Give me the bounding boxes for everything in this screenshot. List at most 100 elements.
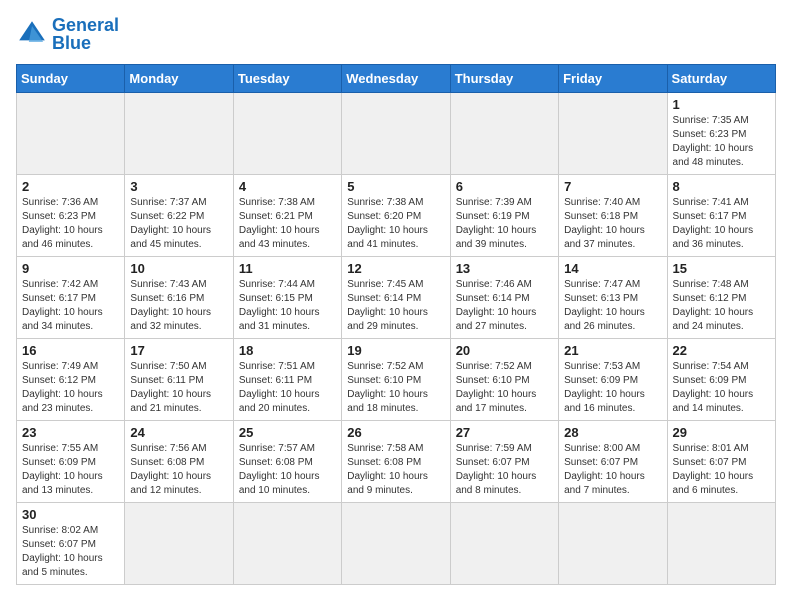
- day-number: 20: [456, 343, 553, 358]
- week-row-4: 23 Sunrise: 7:55 AM Sunset: 6:09 PM Dayli…: [17, 421, 776, 503]
- day-number: 5: [347, 179, 444, 194]
- day-cell: 4 Sunrise: 7:38 AM Sunset: 6:21 PM Daylig…: [233, 175, 341, 257]
- weekday-header-thursday: Thursday: [450, 65, 558, 93]
- day-info: Sunrise: 7:57 AM Sunset: 6:08 PM Dayligh…: [239, 442, 336, 498]
- day-info: Sunrise: 7:38 AM Sunset: 6:21 PM Dayligh…: [239, 196, 336, 252]
- day-number: 18: [239, 343, 336, 358]
- weekday-header-friday: Friday: [559, 65, 667, 93]
- day-cell: [17, 93, 125, 175]
- day-cell: 13 Sunrise: 7:46 AM Sunset: 6:14 PM Dayli…: [450, 257, 558, 339]
- day-number: 13: [456, 261, 553, 276]
- day-info: Sunrise: 7:52 AM Sunset: 6:10 PM Dayligh…: [456, 360, 553, 416]
- day-number: 4: [239, 179, 336, 194]
- day-cell: 12 Sunrise: 7:45 AM Sunset: 6:14 PM Dayli…: [342, 257, 450, 339]
- day-number: 9: [22, 261, 119, 276]
- day-number: 11: [239, 261, 336, 276]
- logo-text: GeneralBlue: [52, 16, 119, 52]
- page-header: GeneralBlue: [16, 16, 776, 52]
- week-row-1: 2Sunrise: 7:36 AM Sunset: 6:23 PM Daylig…: [17, 175, 776, 257]
- day-number: 17: [130, 343, 227, 358]
- day-number: 28: [564, 425, 661, 440]
- day-number: 10: [130, 261, 227, 276]
- week-row-2: 9 Sunrise: 7:42 AM Sunset: 6:17 PM Daylig…: [17, 257, 776, 339]
- day-number: 22: [673, 343, 770, 358]
- day-info: Sunrise: 7:56 AM Sunset: 6:08 PM Dayligh…: [130, 442, 227, 498]
- day-cell: 25 Sunrise: 7:57 AM Sunset: 6:08 PM Dayli…: [233, 421, 341, 503]
- day-info: Sunrise: 8:01 AM Sunset: 6:07 PM Dayligh…: [673, 442, 770, 498]
- day-cell: 7Sunrise: 7:40 AM Sunset: 6:18 PM Daylig…: [559, 175, 667, 257]
- day-cell: 18 Sunrise: 7:51 AM Sunset: 6:11 PM Dayli…: [233, 339, 341, 421]
- day-info: Sunrise: 7:49 AM Sunset: 6:12 PM Dayligh…: [22, 360, 119, 416]
- day-number: 3: [130, 179, 227, 194]
- day-cell: 11 Sunrise: 7:44 AM Sunset: 6:15 PM Dayli…: [233, 257, 341, 339]
- day-cell: 16Sunrise: 7:49 AM Sunset: 6:12 PM Dayli…: [17, 339, 125, 421]
- day-cell: [667, 503, 775, 585]
- day-info: Sunrise: 7:42 AM Sunset: 6:17 PM Dayligh…: [22, 278, 119, 334]
- day-cell: 23 Sunrise: 7:55 AM Sunset: 6:09 PM Dayli…: [17, 421, 125, 503]
- day-info: Sunrise: 7:48 AM Sunset: 6:12 PM Dayligh…: [673, 278, 770, 334]
- week-row-0: 1 Sunrise: 7:35 AM Sunset: 6:23 PM Daylig…: [17, 93, 776, 175]
- day-cell: 22Sunrise: 7:54 AM Sunset: 6:09 PM Dayli…: [667, 339, 775, 421]
- day-info: Sunrise: 7:51 AM Sunset: 6:11 PM Dayligh…: [239, 360, 336, 416]
- day-cell: 29 Sunrise: 8:01 AM Sunset: 6:07 PM Dayli…: [667, 421, 775, 503]
- day-number: 8: [673, 179, 770, 194]
- weekday-header-monday: Monday: [125, 65, 233, 93]
- day-info: Sunrise: 7:55 AM Sunset: 6:09 PM Dayligh…: [22, 442, 119, 498]
- day-cell: 28 Sunrise: 8:00 AM Sunset: 6:07 PM Dayli…: [559, 421, 667, 503]
- day-number: 26: [347, 425, 444, 440]
- day-info: Sunrise: 8:02 AM Sunset: 6:07 PM Dayligh…: [22, 524, 119, 580]
- day-info: Sunrise: 7:47 AM Sunset: 6:13 PM Dayligh…: [564, 278, 661, 334]
- day-info: Sunrise: 7:35 AM Sunset: 6:23 PM Dayligh…: [673, 114, 770, 170]
- day-number: 30: [22, 507, 119, 522]
- day-info: Sunrise: 7:45 AM Sunset: 6:14 PM Dayligh…: [347, 278, 444, 334]
- day-cell: 20 Sunrise: 7:52 AM Sunset: 6:10 PM Dayli…: [450, 339, 558, 421]
- day-cell: 26 Sunrise: 7:58 AM Sunset: 6:08 PM Dayli…: [342, 421, 450, 503]
- day-cell: [125, 503, 233, 585]
- day-cell: [233, 503, 341, 585]
- day-number: 12: [347, 261, 444, 276]
- weekday-header-tuesday: Tuesday: [233, 65, 341, 93]
- day-cell: 9 Sunrise: 7:42 AM Sunset: 6:17 PM Daylig…: [17, 257, 125, 339]
- day-info: Sunrise: 7:36 AM Sunset: 6:23 PM Dayligh…: [22, 196, 119, 252]
- day-number: 19: [347, 343, 444, 358]
- day-cell: [450, 503, 558, 585]
- day-info: Sunrise: 7:41 AM Sunset: 6:17 PM Dayligh…: [673, 196, 770, 252]
- week-row-5: 30 Sunrise: 8:02 AM Sunset: 6:07 PM Dayli…: [17, 503, 776, 585]
- day-number: 6: [456, 179, 553, 194]
- day-number: 25: [239, 425, 336, 440]
- day-info: Sunrise: 7:44 AM Sunset: 6:15 PM Dayligh…: [239, 278, 336, 334]
- day-info: Sunrise: 8:00 AM Sunset: 6:07 PM Dayligh…: [564, 442, 661, 498]
- day-info: Sunrise: 7:58 AM Sunset: 6:08 PM Dayligh…: [347, 442, 444, 498]
- day-info: Sunrise: 7:39 AM Sunset: 6:19 PM Dayligh…: [456, 196, 553, 252]
- week-row-3: 16Sunrise: 7:49 AM Sunset: 6:12 PM Dayli…: [17, 339, 776, 421]
- day-cell: [342, 93, 450, 175]
- day-cell: 1 Sunrise: 7:35 AM Sunset: 6:23 PM Daylig…: [667, 93, 775, 175]
- weekday-header-row: SundayMondayTuesdayWednesdayThursdayFrid…: [17, 65, 776, 93]
- day-info: Sunrise: 7:50 AM Sunset: 6:11 PM Dayligh…: [130, 360, 227, 416]
- day-number: 29: [673, 425, 770, 440]
- day-cell: 17 Sunrise: 7:50 AM Sunset: 6:11 PM Dayli…: [125, 339, 233, 421]
- day-number: 21: [564, 343, 661, 358]
- day-number: 15: [673, 261, 770, 276]
- weekday-header-saturday: Saturday: [667, 65, 775, 93]
- day-info: Sunrise: 7:46 AM Sunset: 6:14 PM Dayligh…: [456, 278, 553, 334]
- day-info: Sunrise: 7:37 AM Sunset: 6:22 PM Dayligh…: [130, 196, 227, 252]
- day-info: Sunrise: 7:38 AM Sunset: 6:20 PM Dayligh…: [347, 196, 444, 252]
- day-number: 7: [564, 179, 661, 194]
- day-cell: 27Sunrise: 7:59 AM Sunset: 6:07 PM Dayli…: [450, 421, 558, 503]
- day-cell: 21 Sunrise: 7:53 AM Sunset: 6:09 PM Dayli…: [559, 339, 667, 421]
- day-info: Sunrise: 7:59 AM Sunset: 6:07 PM Dayligh…: [456, 442, 553, 498]
- day-info: Sunrise: 7:53 AM Sunset: 6:09 PM Dayligh…: [564, 360, 661, 416]
- day-number: 1: [673, 97, 770, 112]
- day-number: 23: [22, 425, 119, 440]
- day-cell: [342, 503, 450, 585]
- day-cell: 14 Sunrise: 7:47 AM Sunset: 6:13 PM Dayli…: [559, 257, 667, 339]
- day-cell: 30 Sunrise: 8:02 AM Sunset: 6:07 PM Dayli…: [17, 503, 125, 585]
- day-cell: 10 Sunrise: 7:43 AM Sunset: 6:16 PM Dayli…: [125, 257, 233, 339]
- weekday-header-sunday: Sunday: [17, 65, 125, 93]
- day-cell: [233, 93, 341, 175]
- day-cell: [559, 503, 667, 585]
- day-info: Sunrise: 7:43 AM Sunset: 6:16 PM Dayligh…: [130, 278, 227, 334]
- day-number: 14: [564, 261, 661, 276]
- day-info: Sunrise: 7:52 AM Sunset: 6:10 PM Dayligh…: [347, 360, 444, 416]
